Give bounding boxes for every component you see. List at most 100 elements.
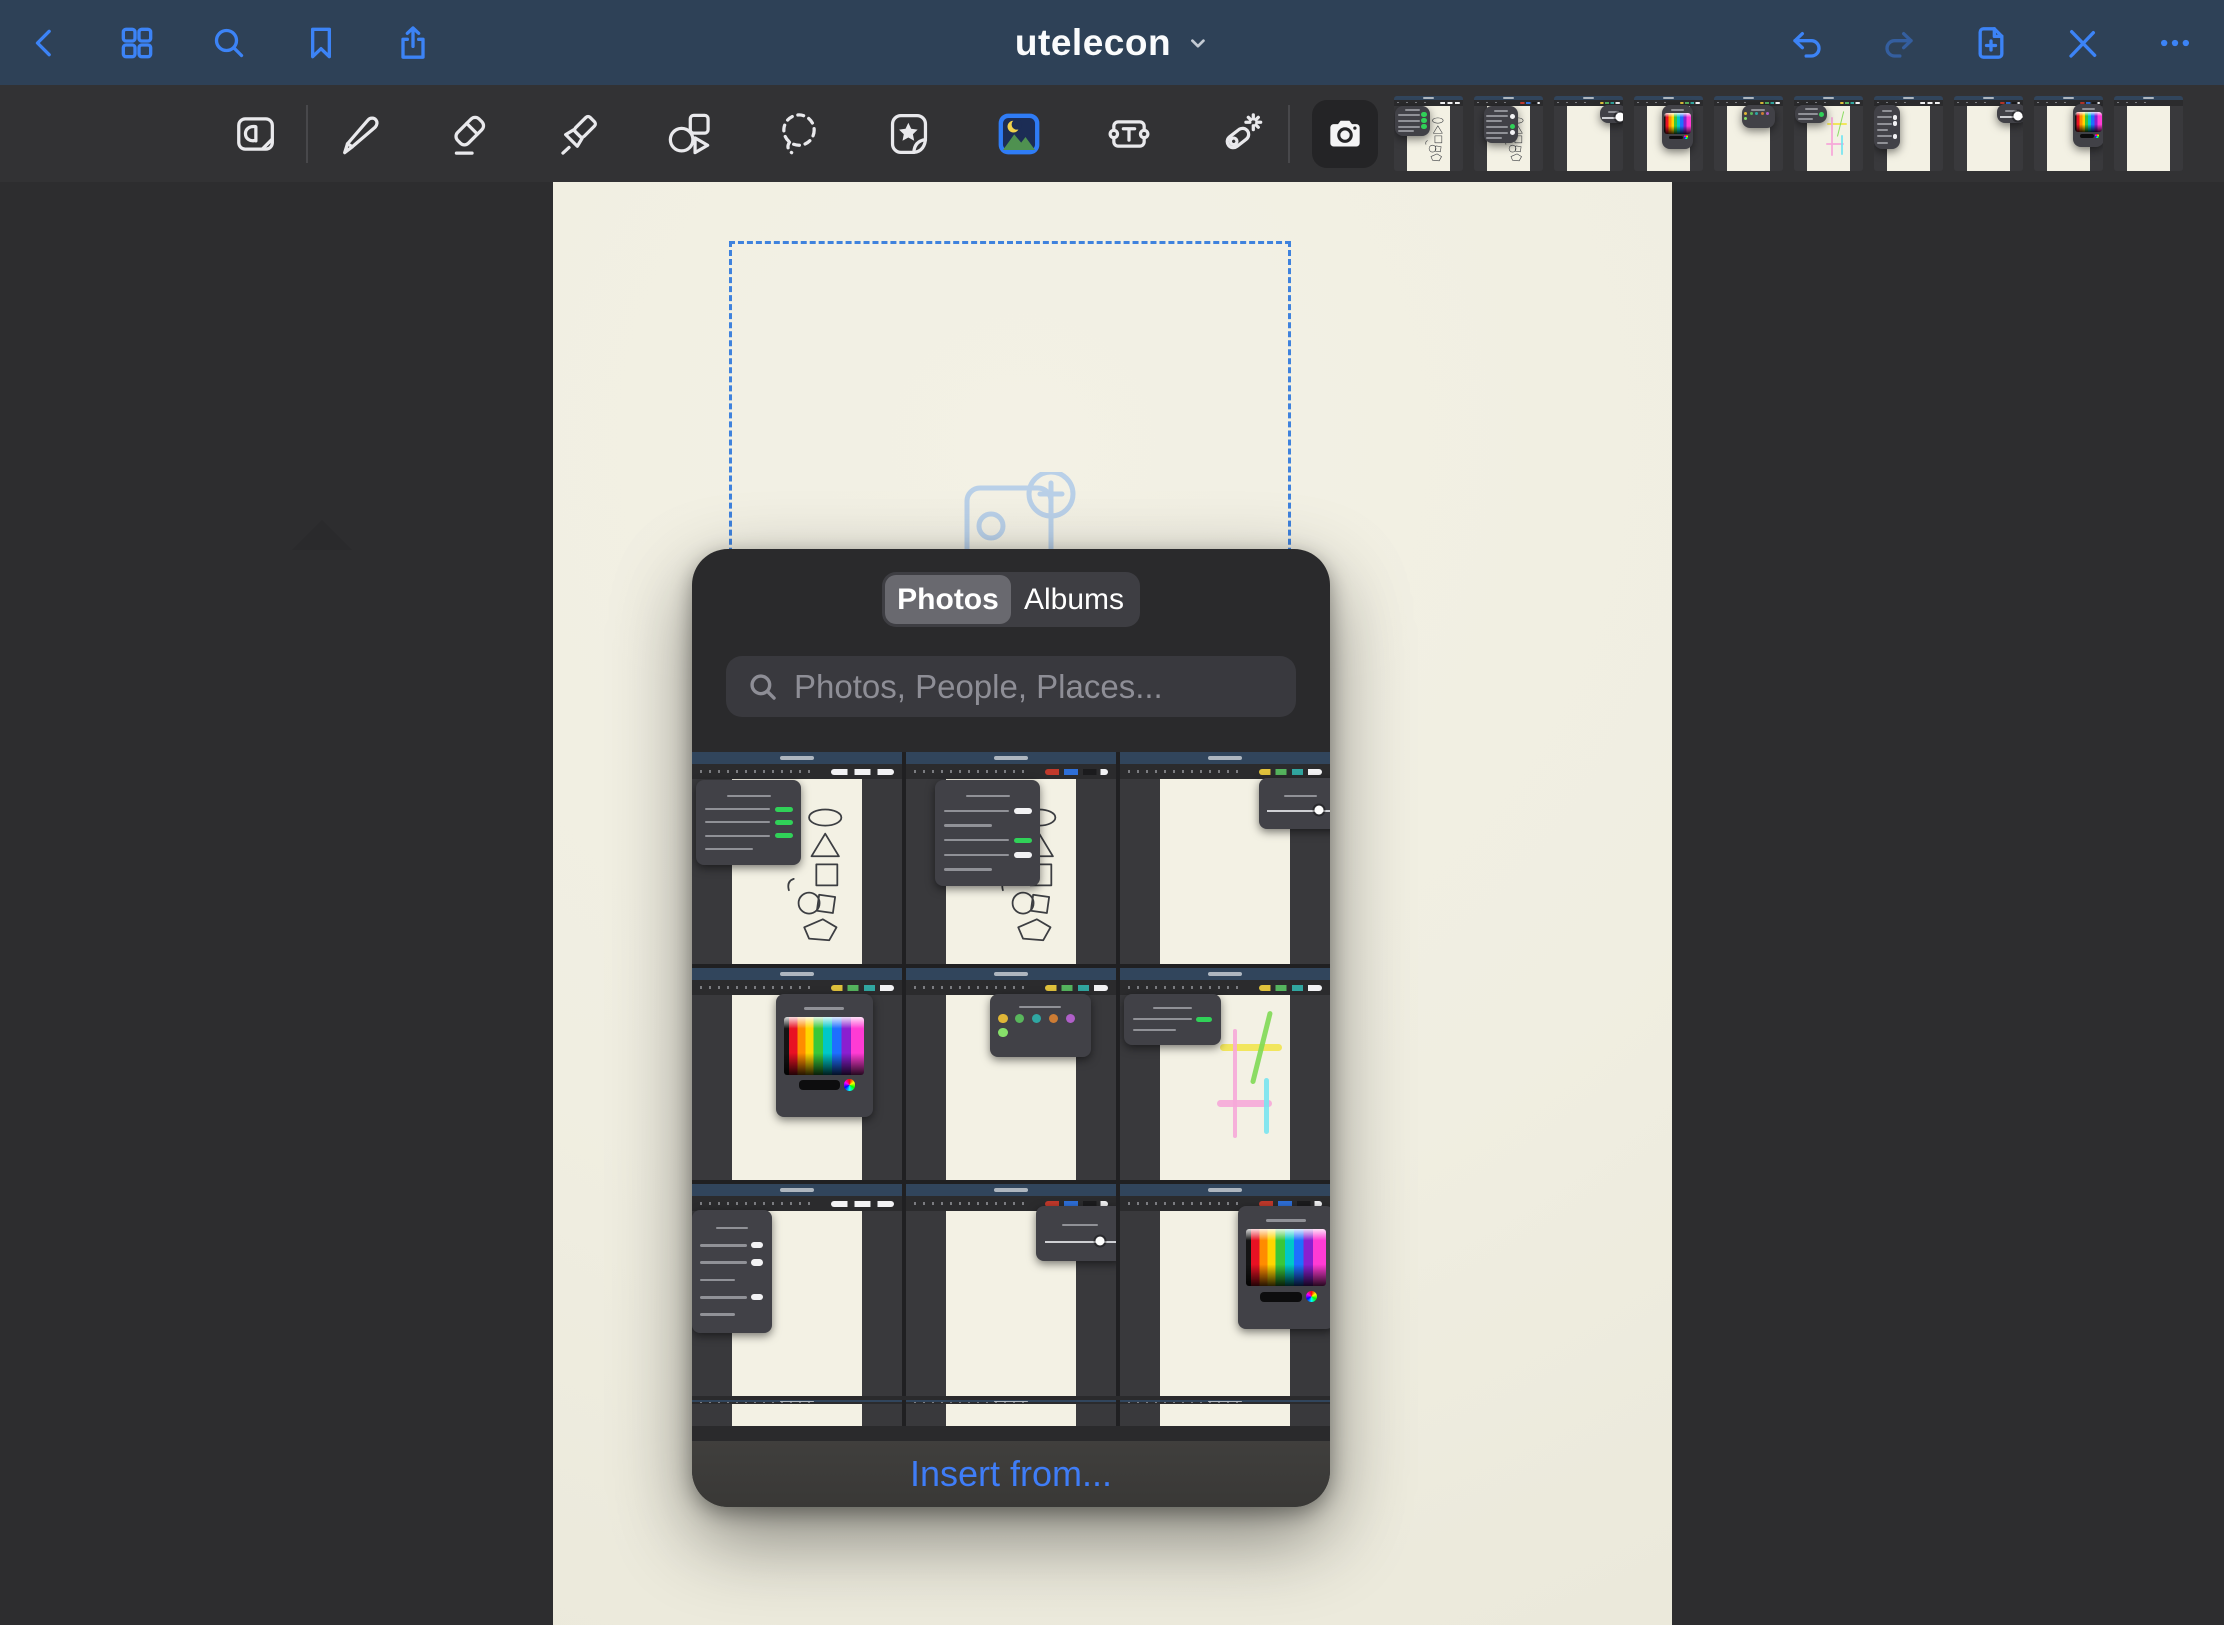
photo-search-field[interactable] — [726, 656, 1296, 717]
share-button[interactable] — [390, 20, 436, 66]
mini-screenshot — [692, 1400, 902, 1426]
photo-image-icon — [993, 108, 1045, 160]
photo-grid — [692, 752, 1330, 1396]
mini-screenshot — [1794, 96, 1863, 171]
back-chevron-icon — [25, 23, 65, 63]
toolbar-divider — [306, 105, 308, 163]
page-title: utelecon — [1015, 22, 1171, 64]
mini-screenshot — [1120, 752, 1330, 964]
mini-screenshot — [1714, 96, 1783, 171]
zoom-window-icon — [229, 108, 281, 160]
photo-thumbnail[interactable] — [906, 1184, 1116, 1396]
sticker-star-icon — [883, 108, 935, 160]
photo-thumbnail[interactable] — [1120, 1184, 1330, 1396]
highlighter-tool[interactable] — [552, 107, 606, 161]
elements-tool[interactable] — [882, 107, 936, 161]
shapes-tool[interactable] — [662, 107, 716, 161]
toolbar-divider — [1288, 105, 1290, 163]
page-thumbnail[interactable] — [1634, 96, 1703, 171]
tab-photos[interactable]: Photos — [885, 575, 1011, 624]
laser-pointer-icon — [1213, 108, 1265, 160]
add-page-button[interactable] — [1968, 20, 2014, 66]
highlighter-icon — [553, 108, 605, 160]
lasso-tool[interactable] — [772, 107, 826, 161]
shapes-icon — [663, 108, 715, 160]
mini-screenshot — [1554, 96, 1623, 171]
mini-screenshot — [2034, 96, 2103, 171]
photo-search-input[interactable] — [794, 668, 1276, 706]
bookmark-button[interactable] — [298, 20, 344, 66]
page-thumbnail[interactable] — [1714, 96, 1783, 171]
page-thumbnail[interactable] — [1954, 96, 2023, 171]
page-thumbnail[interactable] — [2114, 96, 2183, 171]
more-options-button[interactable] — [2152, 20, 2198, 66]
mini-screenshot — [1394, 96, 1463, 171]
laser-pointer-tool[interactable] — [1212, 107, 1266, 161]
redo-button[interactable] — [1876, 20, 1922, 66]
photo-thumbnail[interactable] — [1120, 752, 1330, 964]
lasso-icon — [773, 108, 825, 160]
camera-icon — [1323, 112, 1367, 156]
photo-thumbnail-partial[interactable] — [1120, 1400, 1330, 1426]
photo-thumbnail[interactable] — [1120, 968, 1330, 1180]
add-page-icon — [1971, 23, 2011, 63]
photo-grid-partial-row — [692, 1400, 1330, 1426]
mini-screenshot — [692, 1184, 902, 1396]
photo-thumbnail-partial[interactable] — [692, 1400, 902, 1426]
photos-albums-segmented-control: Photos Albums — [882, 572, 1140, 627]
mini-screenshot — [1474, 96, 1543, 171]
undo-button[interactable] — [1784, 20, 1830, 66]
topbar-right-group — [1784, 20, 2224, 66]
pen-icon — [333, 108, 385, 160]
chevron-down-icon — [1187, 32, 1209, 54]
insert-from-button[interactable]: Insert from... — [692, 1441, 1330, 1507]
page-thumbnail[interactable] — [2034, 96, 2103, 171]
mini-screenshot — [906, 1184, 1116, 1396]
page-thumbnail-strip — [1394, 96, 2224, 171]
pen-tool[interactable] — [332, 107, 386, 161]
undo-icon — [1787, 23, 1827, 63]
mini-screenshot — [1634, 96, 1703, 171]
app-window: utelecon — [0, 0, 2224, 1625]
mini-screenshot — [1954, 96, 2023, 171]
photo-thumbnail[interactable] — [692, 752, 902, 964]
topbar-left-group — [0, 20, 436, 66]
tab-albums[interactable]: Albums — [1011, 575, 1137, 624]
document-title-menu[interactable]: utelecon — [1015, 0, 1209, 85]
page-thumbnail[interactable] — [1394, 96, 1463, 171]
photo-picker-popover: Photos Albums Insert from... — [692, 549, 1330, 1507]
page-overview-button[interactable] — [114, 20, 160, 66]
search-button[interactable] — [206, 20, 252, 66]
text-icon — [1103, 108, 1155, 160]
page-thumbnail[interactable] — [1874, 96, 1943, 171]
mini-screenshot — [1120, 968, 1330, 1180]
page-thumbnail[interactable] — [1554, 96, 1623, 171]
camera-button[interactable] — [1312, 100, 1378, 168]
eraser-tool[interactable] — [442, 107, 496, 161]
back-button[interactable] — [22, 20, 68, 66]
pencil-off-icon — [2063, 23, 2103, 63]
redo-icon — [1879, 23, 1919, 63]
share-icon — [393, 23, 433, 63]
photo-thumbnail[interactable] — [692, 968, 902, 1180]
ellipsis-icon — [2155, 23, 2195, 63]
photo-thumbnail[interactable] — [906, 752, 1116, 964]
mini-screenshot — [692, 752, 902, 964]
photo-thumbnail[interactable] — [906, 968, 1116, 1180]
zoom-window-tool[interactable] — [228, 107, 282, 161]
stop-editing-button[interactable] — [2060, 20, 2106, 66]
mini-screenshot — [1120, 1184, 1330, 1396]
mini-screenshot — [906, 1400, 1116, 1426]
text-tool[interactable] — [1102, 107, 1156, 161]
photo-thumbnail-partial[interactable] — [906, 1400, 1116, 1426]
eraser-icon — [443, 108, 495, 160]
search-icon — [209, 23, 249, 63]
image-tool-selected[interactable] — [992, 107, 1046, 161]
page-thumbnail[interactable] — [1474, 96, 1543, 171]
popover-arrow — [292, 520, 352, 550]
mini-screenshot — [1874, 96, 1943, 171]
page-thumbnail[interactable] — [1794, 96, 1863, 171]
grid-icon — [117, 23, 157, 63]
mini-screenshot — [2114, 96, 2183, 171]
photo-thumbnail[interactable] — [692, 1184, 902, 1396]
